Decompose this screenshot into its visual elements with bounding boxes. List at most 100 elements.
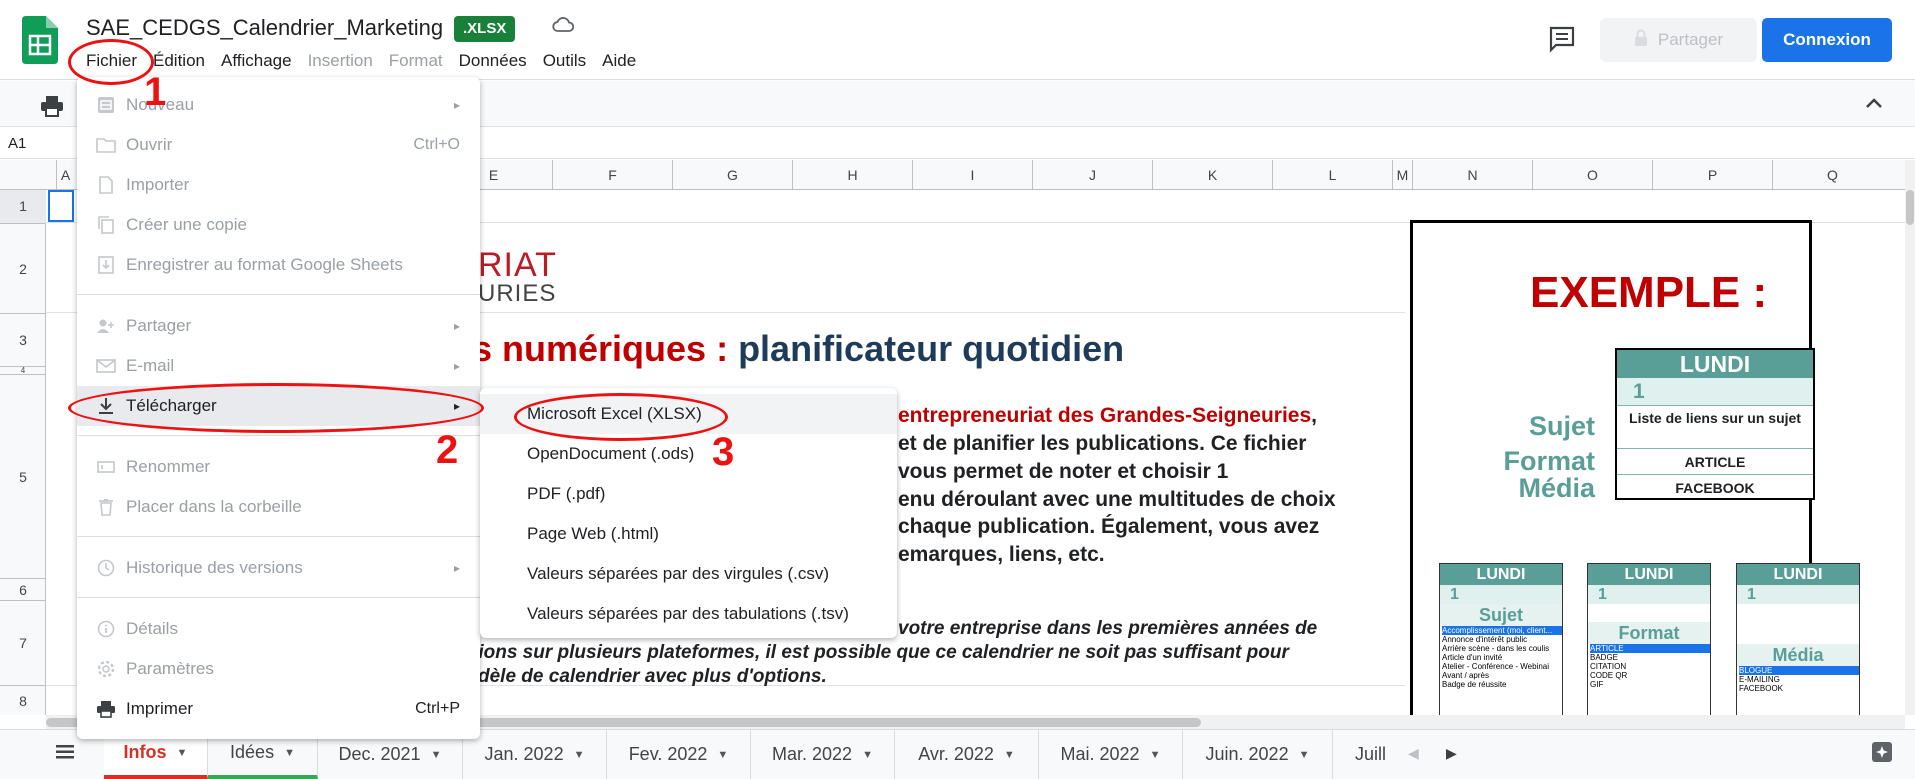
column-header[interactable]: G — [672, 160, 792, 190]
collapse-toolbar-icon[interactable] — [1864, 96, 1884, 115]
menu-edition[interactable]: Édition — [145, 50, 213, 72]
column-header[interactable]: F — [552, 160, 672, 190]
name-box[interactable]: A1 — [8, 135, 26, 152]
tab-dropdown-icon[interactable]: ▼ — [1004, 749, 1015, 761]
column-header[interactable]: A — [56, 160, 74, 190]
tab-dropdown-icon[interactable]: ▼ — [717, 749, 728, 761]
list-item[interactable]: Arrière scène - dans les coulis — [1442, 644, 1562, 653]
mini-dropdown-list[interactable]: Accomplissement (moi, client... Annonce … — [1440, 626, 1562, 689]
tab-dropdown-icon[interactable]: ▼ — [284, 747, 295, 759]
menu-item-corbeille[interactable]: Placer dans la corbeille — [77, 487, 480, 527]
row-header[interactable]: 1 — [0, 190, 46, 223]
menu-format[interactable]: Format — [381, 50, 451, 72]
sheet-tab-mai-2022[interactable]: Mai. 2022 ▼ — [1039, 730, 1183, 779]
tab-dropdown-icon[interactable]: ▼ — [1299, 749, 1310, 761]
vertical-scrollbar[interactable] — [1905, 160, 1915, 715]
menu-insertion[interactable]: Insertion — [300, 50, 381, 72]
download-html[interactable]: Page Web (.html) — [480, 514, 897, 554]
column-header[interactable]: P — [1652, 160, 1772, 190]
toolbar-print-icon[interactable] — [40, 95, 64, 122]
sheets-logo-icon[interactable] — [22, 16, 58, 64]
menu-item-nouveau[interactable]: Nouveau ▸ — [77, 85, 480, 125]
cloud-status-icon[interactable] — [552, 16, 575, 39]
tab-dropdown-icon[interactable]: ▼ — [862, 749, 873, 761]
menu-item-details[interactable]: Détails — [77, 609, 480, 649]
download-csv[interactable]: Valeurs séparées par des virgules (.csv) — [480, 554, 897, 594]
column-header[interactable]: M — [1392, 160, 1412, 190]
row-header[interactable]: 6 — [0, 578, 46, 600]
menu-item-imprimer[interactable]: Imprimer Ctrl+P — [77, 689, 480, 729]
download-tsv[interactable]: Valeurs séparées par des tabulations (.t… — [480, 594, 897, 634]
menu-item-creer-copie[interactable]: Créer une copie — [77, 205, 480, 245]
scroll-tabs-left-icon[interactable]: ◀ — [1408, 745, 1419, 762]
list-item[interactable]: CODE QR — [1590, 671, 1710, 680]
row-header[interactable]: 4 — [0, 366, 46, 375]
mini-dropdown-list[interactable]: BLOGUE E-MAILING FACEBOOK — [1737, 666, 1859, 693]
menu-item-historique[interactable]: Historique des versions ▸ — [77, 548, 480, 588]
list-item[interactable]: Badge de réussite — [1442, 680, 1562, 689]
row-header[interactable]: 7 — [0, 600, 46, 685]
column-header[interactable]: N — [1412, 160, 1532, 190]
list-item[interactable]: CITATION — [1590, 662, 1710, 671]
column-header[interactable]: I — [912, 160, 1032, 190]
menu-outils[interactable]: Outils — [535, 50, 594, 72]
sheet-tab-juill[interactable]: Juill — [1333, 730, 1393, 779]
column-header[interactable]: Q — [1772, 160, 1892, 190]
comment-icon[interactable] — [1548, 25, 1576, 58]
share-button[interactable]: Partager — [1600, 18, 1757, 62]
list-item[interactable]: FACEBOOK — [1739, 684, 1859, 693]
column-header[interactable]: O — [1532, 160, 1652, 190]
annotation-circle-telecharger — [68, 383, 484, 433]
selected-cell-a1[interactable] — [48, 190, 74, 222]
scroll-tabs-right-icon[interactable]: ▶ — [1446, 745, 1457, 762]
menu-donnees[interactable]: Données — [451, 50, 535, 72]
row-header[interactable]: 5 — [0, 374, 46, 578]
sheet-tab-fev-2022[interactable]: Fev. 2022 ▼ — [607, 730, 751, 779]
sheet-tab-jan-2022[interactable]: Jan. 2022 ▼ — [463, 730, 607, 779]
menu-aide[interactable]: Aide — [594, 50, 644, 72]
menu-item-importer[interactable]: Importer — [77, 165, 480, 205]
menu-item-renommer[interactable]: Renommer — [77, 447, 480, 487]
sheet-tab-mar-2022[interactable]: Mar. 2022 ▼ — [751, 730, 895, 779]
download-pdf[interactable]: PDF (.pdf) — [480, 474, 897, 514]
row-header[interactable]: 3 — [0, 313, 46, 366]
list-item[interactable]: E-MAILING — [1739, 675, 1859, 684]
list-item[interactable]: BADGE — [1590, 653, 1710, 662]
tab-label: Mar. 2022 — [772, 744, 853, 764]
tab-dropdown-icon[interactable]: ▼ — [177, 747, 188, 759]
column-header[interactable]: L — [1272, 160, 1392, 190]
menu-item-partager[interactable]: Partager ▸ — [77, 306, 480, 346]
sheet-tab-juin-2022[interactable]: Juin. 2022 ▼ — [1183, 730, 1333, 779]
list-item[interactable]: Article d'un invité — [1442, 653, 1562, 662]
list-item[interactable]: Annonce d'intérêt public — [1442, 635, 1562, 644]
download-ods[interactable]: OpenDocument (.ods) — [480, 434, 897, 474]
column-header[interactable]: J — [1032, 160, 1152, 190]
menu-item-email[interactable]: E-mail ▸ — [77, 346, 480, 386]
login-button[interactable]: Connexion — [1762, 18, 1892, 62]
menu-item-enregistrer-google[interactable]: Enregistrer au format Google Sheets — [77, 245, 480, 285]
mini-dropdown-list[interactable]: ARTICLE BADGE CITATION CODE QR GIF — [1588, 644, 1710, 689]
list-item[interactable]: Accomplissement (moi, client... — [1442, 626, 1562, 635]
tab-dropdown-icon[interactable]: ▼ — [1150, 749, 1161, 761]
list-item[interactable]: Atelier - Conférence - Webinai — [1442, 662, 1562, 671]
row-header[interactable]: 2 — [0, 223, 46, 313]
list-item[interactable]: BLOGUE — [1739, 666, 1859, 675]
tab-dropdown-icon[interactable]: ▼ — [574, 749, 585, 761]
vertical-scroll-thumb[interactable] — [1906, 190, 1914, 225]
list-item[interactable]: Avant / après — [1442, 671, 1562, 680]
column-header[interactable]: H — [792, 160, 912, 190]
list-item[interactable]: GIF — [1590, 680, 1710, 689]
mini-number: 1 — [1588, 585, 1710, 604]
select-all-corner[interactable] — [0, 160, 46, 190]
explore-icon[interactable] — [1870, 740, 1894, 769]
list-item[interactable]: ARTICLE — [1590, 644, 1710, 653]
sheet-tab-avr-2022[interactable]: Avr. 2022 ▼ — [895, 730, 1039, 779]
menu-affichage[interactable]: Affichage — [213, 50, 300, 72]
menu-item-ouvrir[interactable]: Ouvrir Ctrl+O — [77, 125, 480, 165]
row-header[interactable]: 8 — [0, 685, 46, 715]
tab-dropdown-icon[interactable]: ▼ — [431, 749, 442, 761]
all-sheets-icon[interactable] — [56, 744, 74, 765]
column-header[interactable]: K — [1152, 160, 1272, 190]
document-title[interactable]: SAE_CEDGS_Calendrier_Marketing — [86, 15, 443, 41]
menu-item-parametres[interactable]: Paramètres — [77, 649, 480, 689]
